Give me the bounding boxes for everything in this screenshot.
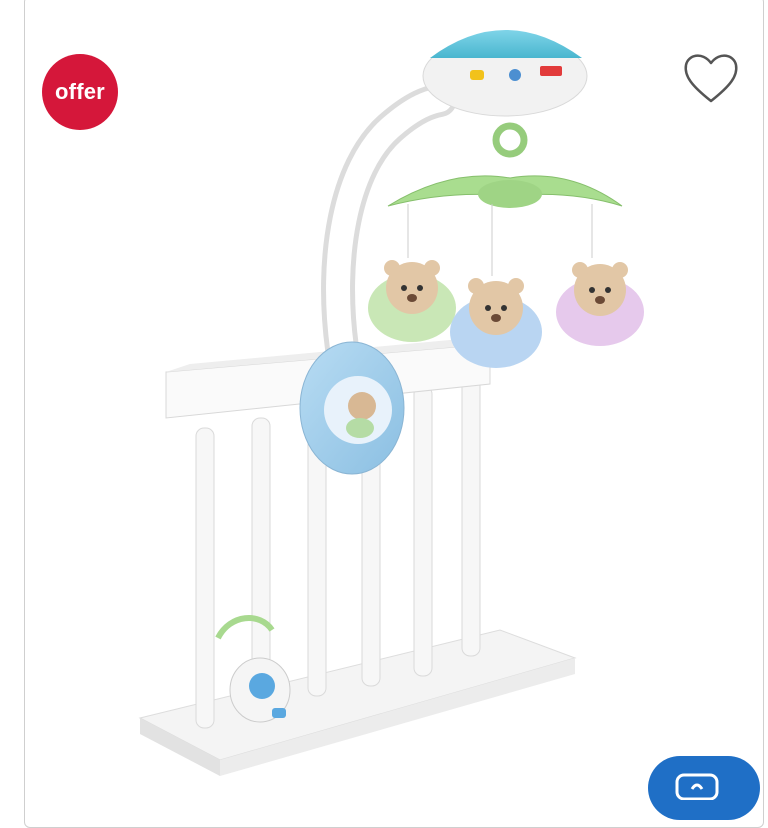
product-image (138, 30, 644, 776)
wishlist-button[interactable] (680, 46, 742, 108)
heart-outline-icon (684, 54, 738, 103)
offer-badge-label: offer (55, 79, 105, 104)
chat-icon (675, 773, 719, 800)
chat-button[interactable] (648, 756, 760, 820)
offer-badge: offer (42, 54, 118, 130)
